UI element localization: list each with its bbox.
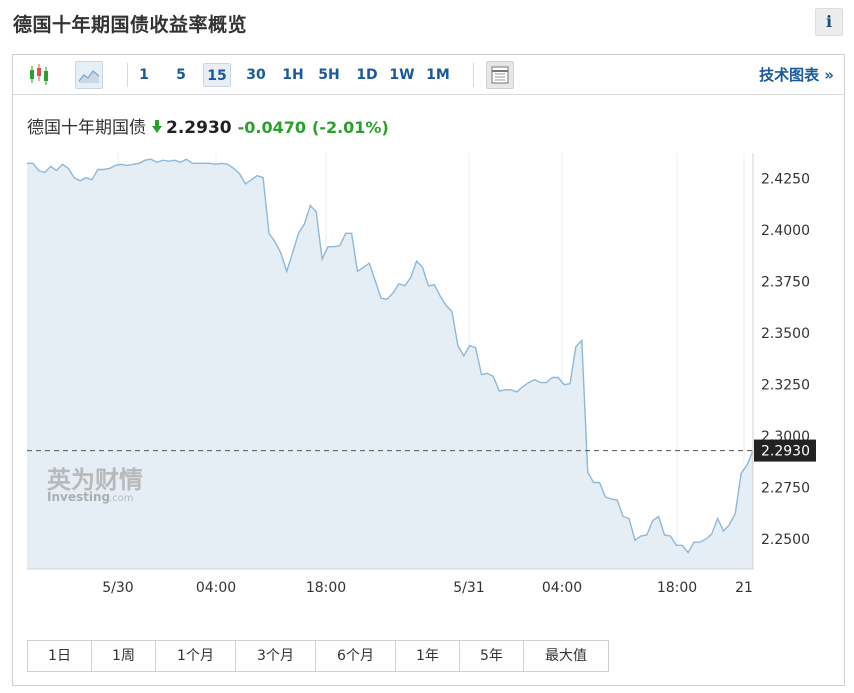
range-button-3[interactable]: 3个月 bbox=[236, 641, 316, 671]
y-tick-label: 2.2750 bbox=[761, 481, 810, 497]
x-tick-label: 18:00 bbox=[657, 580, 697, 596]
range-button-0[interactable]: 1日 bbox=[28, 641, 92, 671]
yield-chart[interactable]: 英为财情Investing.com2.42502.40002.37502.350… bbox=[13, 55, 844, 635]
y-tick-label: 2.4000 bbox=[761, 223, 810, 239]
watermark-en: Investing bbox=[47, 490, 110, 504]
x-tick-label: 04:00 bbox=[196, 580, 236, 596]
range-button-4[interactable]: 6个月 bbox=[316, 641, 396, 671]
range-button-7[interactable]: 最大值 bbox=[524, 641, 608, 671]
x-tick-label: 5/31 bbox=[453, 580, 484, 596]
x-tick-label: 04:00 bbox=[542, 580, 582, 596]
x-tick-label: 18:00 bbox=[306, 580, 346, 596]
y-tick-label: 2.2500 bbox=[761, 532, 810, 548]
y-tick-label: 2.4250 bbox=[761, 172, 810, 188]
y-tick-label: 2.3250 bbox=[761, 378, 810, 394]
watermark-suffix: .com bbox=[109, 493, 134, 504]
range-button-2[interactable]: 1个月 bbox=[156, 641, 236, 671]
y-tick-label: 2.3500 bbox=[761, 326, 810, 342]
chart-panel: 1 5 15 30 1H 5H 1D 1W 1M 技术图表 » 德国十年期国债 2.2930 -0.… bbox=[12, 54, 845, 686]
page-title: 德国十年期国债收益率概览 bbox=[13, 14, 248, 36]
x-tick-label: 21 bbox=[735, 580, 753, 596]
range-button-6[interactable]: 5年 bbox=[460, 641, 524, 671]
current-price-label: 2.2930 bbox=[761, 444, 810, 460]
y-tick-label: 2.3750 bbox=[761, 275, 810, 291]
x-tick-label: 5/30 bbox=[102, 580, 133, 596]
info-button[interactable]: i bbox=[815, 8, 843, 36]
yield-area-fill bbox=[27, 159, 753, 569]
time-range-selector: 1日 1周 1个月 3个月 6个月 1年 5年 最大值 bbox=[27, 640, 609, 672]
range-button-5[interactable]: 1年 bbox=[396, 641, 460, 671]
range-button-1[interactable]: 1周 bbox=[92, 641, 156, 671]
